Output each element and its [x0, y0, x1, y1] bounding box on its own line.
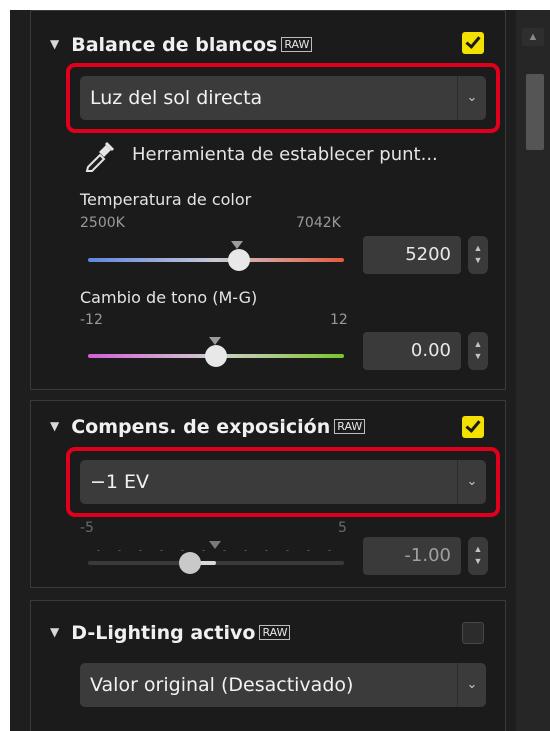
- tint-label: Cambio de tono (M-G): [80, 288, 258, 307]
- scrollbar-thumb[interactable]: [526, 74, 544, 150]
- collapse-triangle-icon[interactable]: ▼: [50, 37, 59, 51]
- temperature-min: 2500K: [80, 215, 125, 231]
- chevron-down-icon: ⌄: [457, 76, 486, 120]
- temperature-label: Temperatura de color: [80, 190, 252, 209]
- default-marker: [209, 541, 221, 549]
- default-marker: [209, 337, 221, 345]
- white-balance-value: Luz del sol directa: [90, 87, 263, 109]
- active-dlighting-checkbox[interactable]: [462, 622, 484, 644]
- tint-spinner[interactable]: ▲ ▼: [468, 332, 488, 370]
- collapse-triangle-icon[interactable]: ▼: [50, 419, 59, 433]
- collapse-triangle-icon[interactable]: ▼: [50, 625, 59, 639]
- raw-badge: RAW: [334, 419, 366, 434]
- exposure-max: 5: [338, 520, 347, 536]
- tint-min: -12: [80, 312, 103, 328]
- chevron-down-icon: ⌄: [457, 663, 486, 707]
- tint-slider-knob[interactable]: [205, 345, 227, 367]
- raw-badge: RAW: [281, 37, 313, 52]
- active-dlighting-header[interactable]: ▼ D-Lighting activo RAW: [50, 622, 291, 644]
- raw-badge: RAW: [259, 625, 291, 640]
- white-balance-dropdown[interactable]: Luz del sol directa ⌄: [80, 76, 486, 120]
- exposure-value: −1 EV: [90, 471, 150, 493]
- active-dlighting-value: Valor original (Desactivado): [90, 674, 354, 696]
- exposure-min: -5: [80, 520, 94, 536]
- active-dlighting-dropdown[interactable]: Valor original (Desactivado) ⌄: [80, 663, 486, 707]
- exposure-slider-track[interactable]: [88, 561, 344, 565]
- temperature-slider-track[interactable]: [88, 258, 344, 262]
- exposure-spinner[interactable]: ▲ ▼: [468, 537, 488, 575]
- scroll-up-icon[interactable]: ▲: [522, 28, 544, 46]
- white-balance-title: Balance de blancos: [71, 34, 278, 56]
- temperature-spinner[interactable]: ▲ ▼: [468, 236, 488, 274]
- temperature-max: 7042K: [296, 215, 341, 231]
- eyedropper-icon[interactable]: [82, 141, 116, 172]
- temperature-input[interactable]: 5200: [363, 236, 461, 274]
- default-marker: [231, 241, 243, 249]
- exposure-checkbox[interactable]: [462, 416, 484, 438]
- chevron-down-icon: ⌄: [457, 460, 486, 504]
- exposure-input[interactable]: -1.00: [363, 537, 461, 575]
- white-point-tool-label[interactable]: Herramienta de establecer punt...: [132, 144, 438, 165]
- white-balance-checkbox[interactable]: [462, 32, 484, 54]
- active-dlighting-title: D-Lighting activo: [71, 622, 256, 644]
- tint-input[interactable]: 0.00: [363, 332, 461, 370]
- white-balance-header[interactable]: ▼ Balance de blancos RAW: [50, 34, 313, 56]
- exposure-tick-marks: [88, 549, 344, 551]
- exposure-header[interactable]: ▼ Compens. de exposición RAW: [50, 416, 366, 438]
- temperature-slider-knob[interactable]: [228, 249, 251, 271]
- tint-max: 12: [330, 312, 348, 328]
- exposure-title: Compens. de exposición: [71, 416, 331, 438]
- exposure-dropdown[interactable]: −1 EV ⌄: [80, 460, 486, 504]
